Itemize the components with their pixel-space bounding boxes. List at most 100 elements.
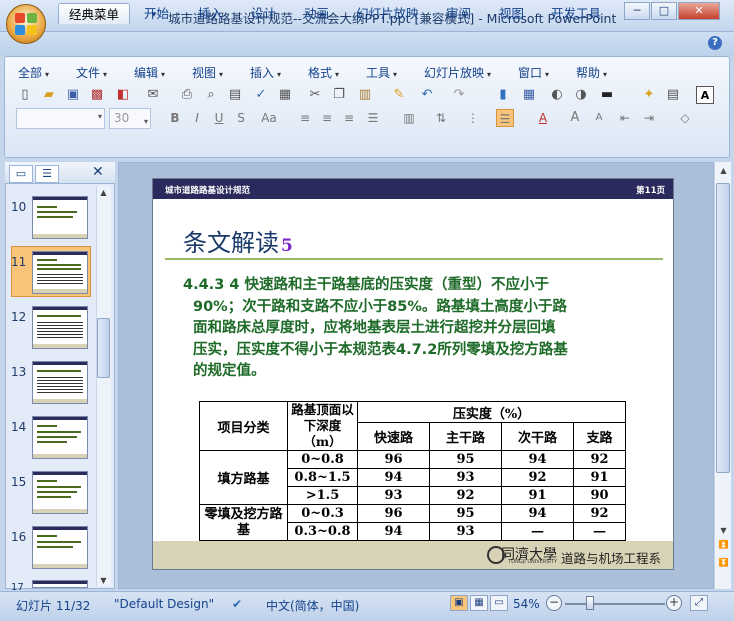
spelling-check-icon[interactable]: ✔ (232, 597, 242, 611)
align-center-icon[interactable]: ≡ (318, 109, 336, 127)
tab-slideshow[interactable]: 幻灯片放映 (346, 3, 429, 24)
new-file-icon[interactable]: ▯ (16, 86, 34, 104)
close-button[interactable]: ✕ (678, 2, 720, 20)
numbering-icon[interactable]: ⋮ (464, 109, 482, 127)
slide-thumbnail-14[interactable] (32, 416, 88, 459)
zoom-slider-thumb[interactable] (586, 596, 594, 610)
slide-thumbnail-10[interactable] (32, 196, 88, 239)
menu-file[interactable]: 文件 ▾ (76, 64, 107, 81)
shapes-icon[interactable]: ◇ (676, 109, 694, 127)
slide-thumbnail-11[interactable] (32, 251, 88, 294)
bullets-icon[interactable]: ☰ (496, 109, 514, 127)
columns-icon[interactable]: ▥ (400, 109, 418, 127)
thesaurus-icon[interactable]: ▦ (276, 86, 294, 104)
zoom-in-button[interactable]: + (666, 595, 682, 611)
scroll-down-icon[interactable]: ▼ (717, 526, 730, 535)
help-icon[interactable]: ? (708, 36, 722, 50)
scrollbar-thumb[interactable] (716, 183, 730, 473)
shrink-font-button[interactable]: A (590, 109, 608, 127)
slide-sorter-icon[interactable]: ▦ (470, 595, 488, 611)
scrollbar-thumb[interactable] (97, 318, 110, 378)
italic-button[interactable]: I (188, 109, 206, 127)
scroll-up-icon[interactable]: ▲ (97, 188, 110, 197)
menu-format[interactable]: 格式 ▾ (308, 64, 339, 81)
menu-tools[interactable]: 工具 ▾ (366, 64, 397, 81)
bold-button[interactable]: B (166, 109, 184, 127)
slideshow-view-icon[interactable]: ▭ (490, 595, 508, 611)
language-indicator[interactable]: 中文(简体，中国) (266, 597, 359, 614)
shadow-button[interactable]: S (232, 109, 250, 127)
slides-pane-scrollbar[interactable] (96, 186, 111, 586)
research-icon[interactable]: ▤ (226, 86, 244, 104)
chart-icon[interactable]: ▮ (494, 86, 512, 104)
redo-icon[interactable]: ↷ (450, 86, 468, 104)
tab-review[interactable]: 审阅 (436, 3, 481, 24)
color-icon[interactable]: ◑ (572, 86, 590, 104)
tab-classic-menu[interactable]: 经典菜单 (58, 3, 131, 24)
table-icon[interactable]: ▦ (520, 86, 538, 104)
copy-icon[interactable]: ❐ (330, 86, 348, 104)
minimize-button[interactable]: ─ (624, 2, 650, 20)
change-case-button[interactable]: Aa (256, 109, 282, 127)
slide-thumbnail-12[interactable] (32, 306, 88, 349)
layout-icon[interactable]: ▤ (664, 86, 682, 104)
menu-slideshow[interactable]: 幻灯片放映 ▾ (424, 64, 491, 81)
tab-animation[interactable]: 动画 (294, 3, 339, 24)
tab-developer[interactable]: 开发工具 (541, 3, 611, 24)
black-white-icon[interactable]: ▬ (598, 86, 616, 104)
slide-canvas[interactable]: 城市道路路基设计规范 第11页 条文解读 5 4.4.3 4 快速路和主干路基底的… (152, 178, 674, 570)
open-folder-icon[interactable]: ▰ (40, 86, 58, 104)
normal-view-icon[interactable]: ▣ (450, 595, 468, 611)
scroll-up-icon[interactable]: ▲ (717, 166, 730, 175)
decrease-indent-icon[interactable]: ⇤ (616, 109, 634, 127)
font-size-select[interactable]: 30 ▾ (109, 108, 151, 129)
spelling-icon[interactable]: ✓ (252, 86, 270, 104)
close-icon[interactable]: ✕ (92, 164, 104, 180)
undo-icon[interactable]: ↶ (418, 86, 436, 104)
grow-font-button[interactable]: A (566, 109, 584, 127)
scroll-down-icon[interactable]: ▼ (97, 576, 110, 585)
menu-help[interactable]: 帮助 ▾ (576, 64, 607, 81)
maximize-button[interactable]: □ (651, 2, 677, 20)
previous-slide-icon[interactable]: ⏫ (717, 540, 730, 549)
print-icon[interactable]: ⎙ (178, 86, 196, 104)
fit-to-window-icon[interactable]: ⤢ (690, 595, 708, 611)
paste-icon[interactable]: ▥ (356, 86, 374, 104)
zoom-level[interactable]: 54% (513, 597, 540, 611)
print-preview-icon[interactable]: ⌕ (202, 86, 220, 104)
text-box-icon[interactable]: A (696, 86, 714, 104)
underline-button[interactable]: U (210, 109, 228, 127)
tab-home[interactable]: 开始 (134, 3, 179, 24)
font-name-select[interactable]: ▾ (16, 108, 105, 129)
email-icon[interactable]: ✉ (144, 86, 162, 104)
tab-outline[interactable]: ☰ (35, 165, 59, 183)
justify-icon[interactable]: ☰ (364, 109, 382, 127)
format-painter-icon[interactable]: ✎ (390, 86, 408, 104)
permission-icon[interactable]: ▩ (88, 86, 106, 104)
slide-thumbnail-15[interactable] (32, 471, 88, 514)
new-slide-icon[interactable]: ✦ (640, 86, 658, 104)
text-direction-icon[interactable]: ⇅ (432, 109, 450, 127)
menu-window[interactable]: 窗口 ▾ (518, 64, 549, 81)
menu-all[interactable]: 全部 ▾ (18, 64, 49, 81)
menu-edit[interactable]: 编辑 ▾ (134, 64, 165, 81)
font-color-button[interactable]: A (534, 109, 552, 127)
tab-view[interactable]: 视图 (489, 3, 534, 24)
slide-thumbnail-16[interactable] (32, 526, 88, 569)
office-button[interactable] (6, 4, 46, 44)
save-icon[interactable]: ▣ (64, 86, 82, 104)
menu-view[interactable]: 视图 ▾ (192, 64, 223, 81)
slide-thumbnail-17[interactable] (32, 580, 88, 588)
pdf-icon[interactable]: ◧ (114, 86, 132, 104)
insert-picture-icon[interactable]: ◐ (548, 86, 566, 104)
zoom-out-button[interactable]: − (546, 595, 562, 611)
zoom-slider[interactable] (565, 603, 665, 605)
tab-slides[interactable]: ▭ (9, 165, 33, 183)
align-left-icon[interactable]: ≡ (296, 109, 314, 127)
next-slide-icon[interactable]: ⏬ (717, 558, 730, 567)
menu-insert[interactable]: 插入 ▾ (250, 64, 281, 81)
design-name[interactable]: "Default Design" (114, 597, 214, 611)
increase-indent-icon[interactable]: ⇥ (640, 109, 658, 127)
tab-design[interactable]: 设计 (241, 3, 286, 24)
align-right-icon[interactable]: ≡ (340, 109, 358, 127)
